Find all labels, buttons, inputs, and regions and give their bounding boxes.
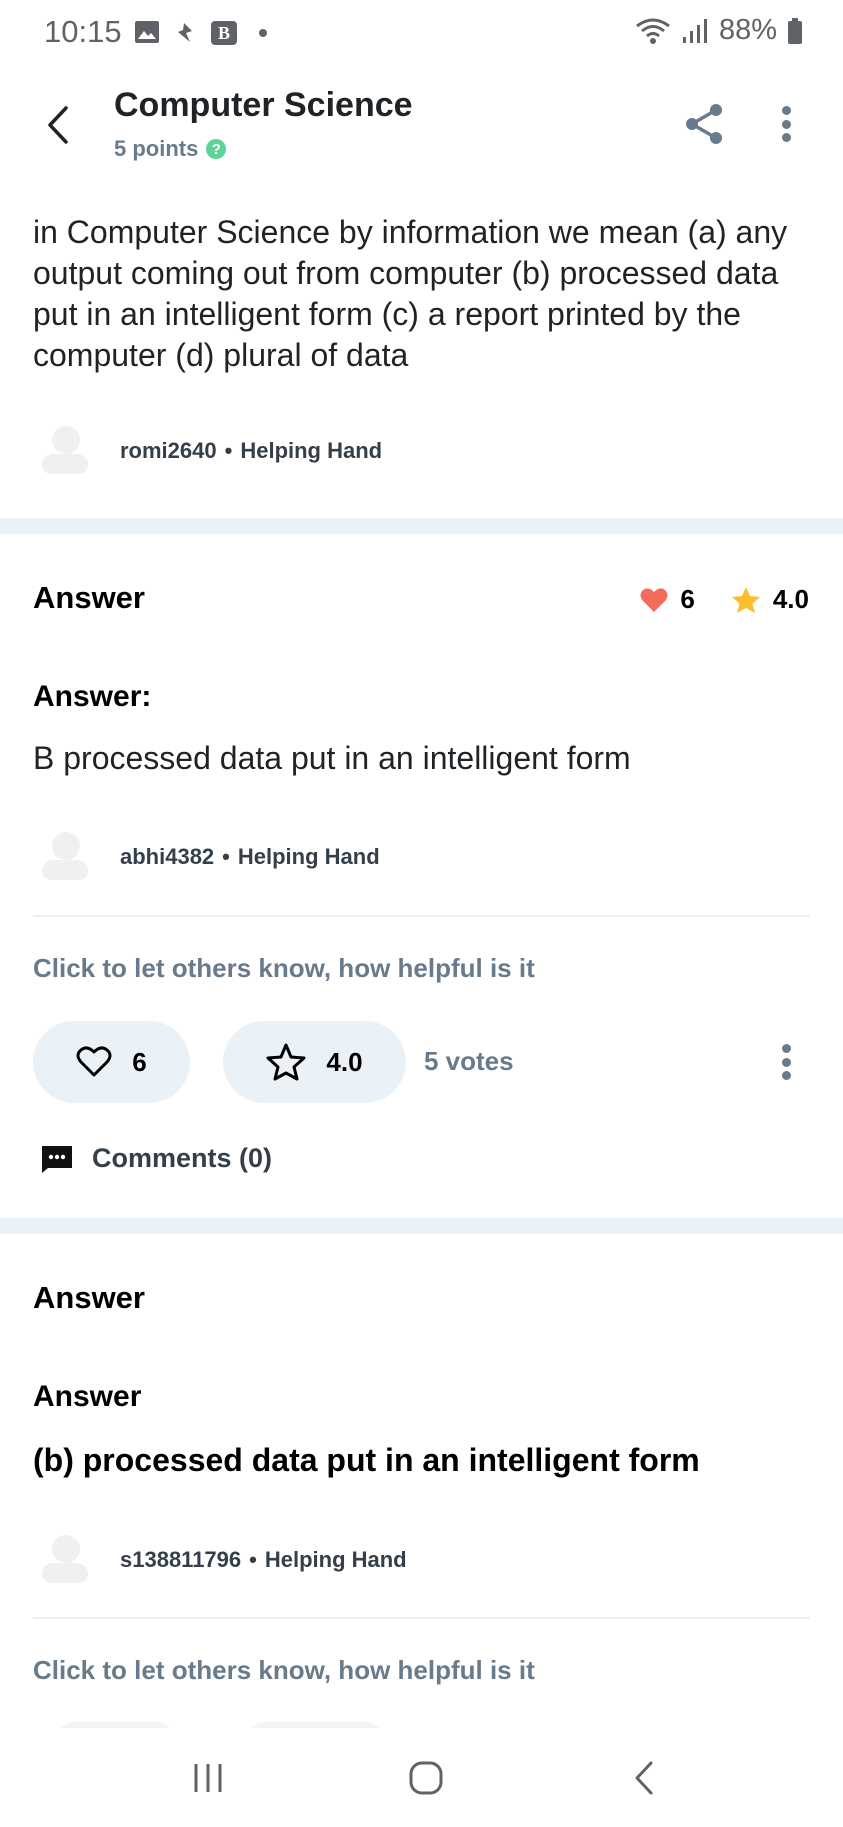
subject-title: Computer Science bbox=[114, 86, 413, 124]
section-divider bbox=[0, 1218, 843, 1234]
star-icon bbox=[731, 586, 760, 613]
battery-percent: 88% bbox=[718, 14, 777, 46]
separator: • bbox=[222, 844, 230, 869]
back-arrow-icon bbox=[48, 106, 68, 144]
wifi-icon bbox=[636, 18, 670, 44]
answer-subheading: Answer bbox=[33, 1380, 142, 1413]
help-icon[interactable]: ? bbox=[206, 139, 227, 159]
dot-icon bbox=[259, 29, 267, 37]
avatar bbox=[40, 426, 90, 476]
brainly-icon: B bbox=[211, 21, 237, 45]
comment-icon bbox=[42, 1145, 72, 1173]
votes-count: 5 votes bbox=[424, 1046, 514, 1076]
home-button[interactable] bbox=[404, 1758, 448, 1798]
answer-text: B processed data put in an intelligent f… bbox=[33, 740, 631, 776]
points-value: 5 points bbox=[114, 136, 199, 161]
question-text: in Computer Science by information we me… bbox=[33, 214, 788, 373]
like-count: 6 bbox=[132, 1046, 147, 1077]
recents-icon bbox=[194, 1764, 222, 1792]
author-name: romi2640 bbox=[120, 438, 217, 463]
back-button[interactable] bbox=[36, 98, 80, 152]
like-button[interactable]: 6 bbox=[33, 1021, 190, 1103]
answer-stats: 6 4.0 bbox=[604, 584, 809, 615]
status-time: 10:15 bbox=[44, 14, 122, 49]
svg-text:B: B bbox=[218, 23, 230, 43]
divider bbox=[33, 1617, 810, 1619]
author-rank: Helping Hand bbox=[240, 438, 383, 463]
likes-count: 6 bbox=[680, 584, 695, 614]
divider bbox=[33, 915, 810, 917]
comments-label: Comments (0) bbox=[92, 1143, 273, 1173]
gallery-icon bbox=[135, 21, 159, 43]
status-bar: 10:15 B 88% bbox=[0, 0, 843, 70]
more-vertical-icon[interactable] bbox=[770, 102, 802, 146]
avatar bbox=[40, 832, 90, 882]
signal-icon bbox=[682, 18, 707, 43]
helpful-prompt: Click to let others know, how helpful is… bbox=[33, 953, 535, 983]
answer-heading: Answer bbox=[33, 1280, 145, 1315]
rating-count: 4.0 bbox=[326, 1046, 363, 1077]
question-author[interactable]: romi2640 • Helping Hand bbox=[40, 426, 382, 476]
author-rank: Helping Hand bbox=[237, 844, 380, 869]
more-vertical-icon[interactable] bbox=[770, 1040, 802, 1084]
answer-text: (b) processed data put in an intelligent… bbox=[33, 1442, 700, 1478]
nav-back-icon bbox=[635, 1761, 653, 1795]
separator: • bbox=[249, 1547, 257, 1572]
home-icon bbox=[409, 1761, 443, 1795]
app-header: Computer Science 5 points ? bbox=[0, 70, 843, 180]
comments-button[interactable]: Comments (0) bbox=[40, 1143, 272, 1174]
share-icon[interactable] bbox=[682, 102, 726, 146]
system-nav-bar bbox=[0, 1728, 843, 1827]
answer-subheading: Answer: bbox=[33, 680, 152, 713]
rating-value: 4.0 bbox=[772, 584, 809, 614]
author-name: abhi4382 bbox=[120, 844, 215, 869]
recents-button[interactable] bbox=[188, 1758, 228, 1798]
points-label: 5 points ? bbox=[114, 136, 227, 162]
heart-outline-icon bbox=[76, 1046, 112, 1077]
answer-heading: Answer bbox=[33, 580, 145, 615]
answer-author[interactable]: abhi4382 • Helping Hand bbox=[40, 832, 380, 882]
notification-icon bbox=[178, 23, 192, 42]
author-rank: Helping Hand bbox=[264, 1547, 407, 1572]
rate-button[interactable]: 4.0 bbox=[223, 1021, 406, 1103]
author-name: s138811796 bbox=[120, 1547, 242, 1572]
battery-icon bbox=[788, 17, 802, 44]
helpful-prompt: Click to let others know, how helpful is… bbox=[33, 1655, 535, 1685]
answer-author[interactable]: s138811796 • Helping Hand bbox=[40, 1535, 407, 1585]
avatar bbox=[40, 1535, 90, 1585]
star-outline-icon bbox=[266, 1043, 306, 1081]
heart-icon bbox=[640, 587, 668, 612]
section-divider bbox=[0, 518, 843, 534]
separator: • bbox=[224, 438, 233, 463]
nav-back-button[interactable] bbox=[628, 1758, 660, 1798]
